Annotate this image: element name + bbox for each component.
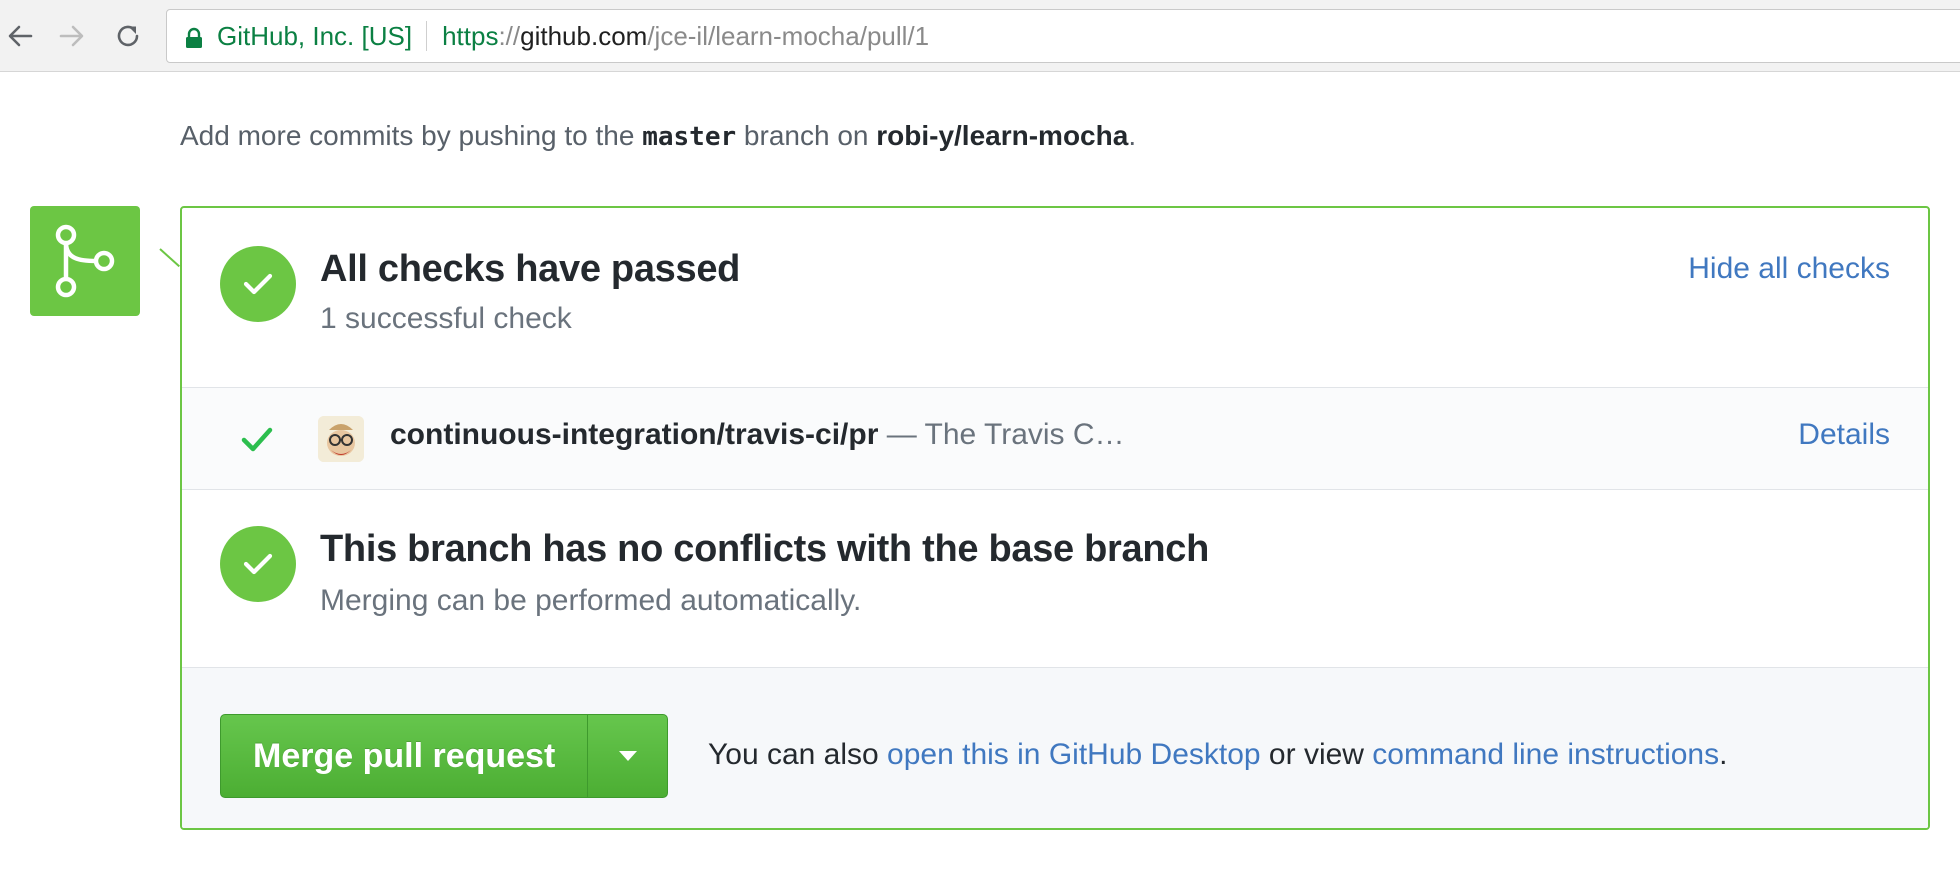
git-merge-icon [55, 224, 115, 298]
merge-hint-middle: or view [1260, 738, 1373, 771]
hint-prefix: Add more commits by pushing to the [180, 120, 643, 151]
checks-success-icon [220, 246, 296, 322]
caret-down-icon [618, 751, 637, 761]
omnibox-divider [426, 21, 428, 51]
hint-middle: branch on [736, 120, 877, 151]
check-icon [243, 273, 273, 295]
merge-status-badge [30, 206, 140, 316]
security-label[interactable]: GitHub, Inc. [US] [217, 21, 412, 52]
conflicts-heading: This branch has no conflicts with the ba… [320, 528, 1210, 570]
head-repo-name: robi-y/learn-mocha [876, 120, 1129, 151]
travis-ci-avatar [318, 416, 364, 462]
check-icon [243, 553, 273, 575]
url-text[interactable]: https://github.com/jce-il/learn-mocha/pu… [442, 21, 929, 52]
check-context-name: continuous-integration/travis-ci/pr [390, 418, 879, 451]
merge-actions: Merge pull request You can also open thi… [182, 668, 1928, 828]
url-path: /jce-il/learn-mocha/pull/1 [647, 20, 930, 51]
reload-button[interactable] [108, 16, 148, 56]
forward-button[interactable] [52, 16, 92, 56]
merge-method-dropdown[interactable] [587, 715, 667, 797]
hide-all-checks-link[interactable]: Hide all checks [1688, 252, 1890, 286]
check-details-link[interactable]: Details [1798, 418, 1890, 452]
reload-icon [117, 25, 139, 47]
checks-subtext: 1 successful check [320, 302, 572, 335]
conflicts-subtext: Merging can be performed automatically. [320, 584, 862, 617]
no-conflicts-icon [220, 526, 296, 602]
check-context-description: — The Travis C… [878, 418, 1125, 451]
merge-alternatives-hint: You can also open this in GitHub Desktop… [708, 738, 1727, 772]
merge-box: All checks have passed 1 successful chec… [180, 206, 1930, 830]
merge-hint-suffix: . [1719, 738, 1728, 771]
check-context: continuous-integration/travis-ci/pr — Th… [390, 418, 1125, 452]
timeline-pointer [159, 248, 180, 268]
add-commits-hint: Add more commits by pushing to the maste… [180, 120, 1136, 152]
merge-pull-request-button[interactable]: Merge pull request [221, 715, 587, 797]
address-bar[interactable]: GitHub, Inc. [US] https://github.com/jce… [166, 9, 1960, 63]
command-line-instructions-link[interactable]: command line instructions [1372, 738, 1719, 771]
hint-suffix: . [1128, 120, 1137, 151]
merge-button-group: Merge pull request [220, 714, 669, 798]
arrow-left-icon [8, 25, 33, 47]
browser-toolbar: GitHub, Inc. [US] https://github.com/jce… [0, 0, 1960, 72]
conflicts-status: This branch has no conflicts with the ba… [182, 490, 1928, 668]
base-branch-name: master [642, 122, 737, 152]
url-separator: :// [498, 20, 521, 51]
url-scheme: https [442, 20, 499, 51]
check-row: continuous-integration/travis-ci/pr — Th… [182, 388, 1928, 490]
lock-icon[interactable] [185, 25, 203, 48]
url-host: github.com [520, 20, 648, 51]
merge-hint-prefix: You can also [708, 738, 888, 771]
check-icon [241, 427, 273, 452]
back-button[interactable] [0, 16, 40, 56]
checks-heading: All checks have passed [320, 248, 741, 290]
arrow-right-icon [59, 25, 84, 47]
checks-summary: All checks have passed 1 successful chec… [182, 208, 1928, 388]
open-in-desktop-link[interactable]: open this in GitHub Desktop [887, 738, 1261, 771]
